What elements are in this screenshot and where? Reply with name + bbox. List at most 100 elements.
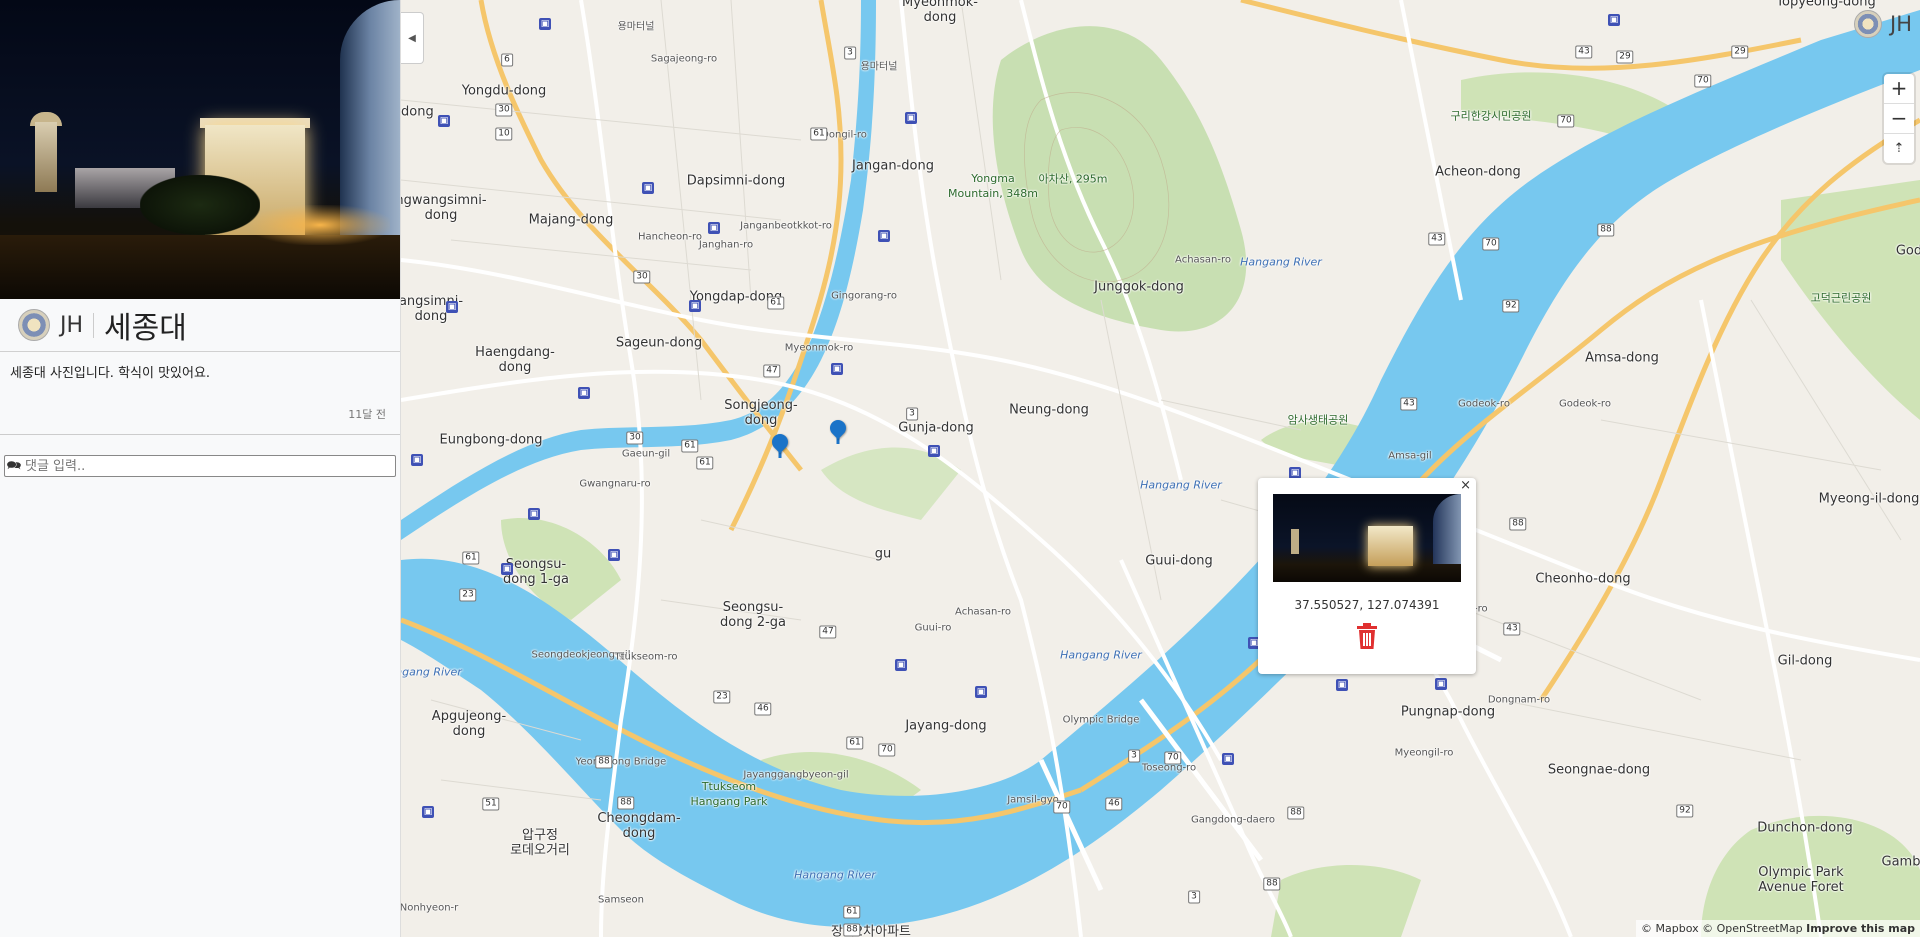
map-canvas[interactable]: Yongdu-dong -dong ngwangsimni-dong Majang-d… — [401, 0, 1920, 937]
delete-trash-icon[interactable] — [1355, 622, 1379, 650]
thumb-tower — [1291, 529, 1299, 554]
map-label: God — [1895, 243, 1920, 259]
map-label: Hangang River — [401, 665, 462, 679]
road-shield: 30 — [633, 270, 651, 284]
post-header: JH 세종대 — [0, 299, 400, 352]
metro-station-icon: ▣ — [608, 549, 620, 561]
map-label: 용마터널 — [617, 21, 655, 33]
metro-station-icon: ▣ — [446, 301, 458, 313]
popup-photo-thumbnail[interactable] — [1273, 494, 1461, 582]
road-shield: 46 — [754, 702, 772, 716]
map-label: Myeong-il-dong — [1818, 491, 1920, 507]
photo-tower — [35, 122, 57, 192]
map-label: Pungnap-dong — [1400, 704, 1496, 720]
map-label: Eungbong-dong — [439, 432, 543, 448]
map-label: Myeongil-ro — [1394, 747, 1454, 759]
map-label: Myeonmok-ro — [784, 342, 854, 354]
map-label: Cheonho-dong — [1535, 571, 1631, 587]
avatar[interactable] — [18, 309, 50, 341]
map-label: Seongnae-dong — [1547, 762, 1651, 778]
map-label: Dunchon-dong — [1757, 820, 1853, 836]
road-shield: 3 — [1128, 749, 1140, 763]
map-label: Yeongdong Bridge — [575, 756, 667, 768]
avatar — [1854, 10, 1883, 38]
map-label: Jangan-dong — [852, 158, 934, 174]
map-label: Guui-dong — [1145, 553, 1213, 569]
divider — [0, 434, 400, 435]
map-attribution: © Mapbox © OpenStreetMap Improve this ma… — [1636, 920, 1920, 937]
zoom-in-button[interactable]: + — [1884, 74, 1914, 104]
road-shield: 70 — [1694, 74, 1712, 88]
map-label: Neung-dong — [1009, 402, 1089, 418]
metro-station-icon: ▣ — [831, 363, 843, 375]
map-label: Janghan-ro — [698, 239, 754, 251]
comment-field[interactable]: 🗪 — [4, 455, 396, 477]
marker-popup: × 37.550527, 127.074391 — [1258, 478, 1476, 674]
collapse-sidebar-button[interactable]: ◀ — [401, 12, 424, 64]
map-label: Godeok-ro — [1458, 398, 1510, 410]
metro-station-icon: ▣ — [501, 563, 513, 575]
map-label: Gaeun-gil — [621, 448, 671, 460]
comment-input[interactable] — [23, 457, 395, 475]
map-label: Gingorang-ro — [831, 290, 897, 302]
metro-station-icon: ▣ — [928, 445, 940, 457]
attribution-mapbox-link[interactable]: © Mapbox — [1641, 922, 1699, 935]
map-label: Topyeong-dong — [1776, 0, 1876, 10]
map-label: Samseon — [597, 894, 645, 906]
map-label: Acheon-dong — [1435, 164, 1521, 180]
post-author[interactable]: JH — [60, 312, 95, 338]
thumb-building — [1368, 526, 1413, 566]
app-root: JH 세종대 세종대 사진입니다. 학식이 맛있어요. 11달 전 🗪 ◀ — [0, 0, 1920, 937]
road-shield: 70 — [878, 743, 896, 757]
metro-station-icon: ▣ — [642, 182, 654, 194]
road-shield: 61 — [846, 736, 864, 750]
road-shield: 3 — [906, 407, 918, 421]
map-label: Gamb — [1881, 854, 1920, 870]
caret-left-icon: ◀ — [408, 32, 416, 44]
current-user[interactable]: JH — [1854, 10, 1912, 38]
popup-coordinates: 37.550527, 127.074391 — [1294, 598, 1440, 612]
road-shield: 61 — [462, 551, 480, 565]
zoom-out-button[interactable]: − — [1884, 104, 1914, 134]
map-label: Yongma Mountain, 348m — [948, 172, 1038, 200]
road-shield: 43 — [1428, 232, 1446, 246]
map-label: 용마터널 — [860, 61, 898, 73]
road-shield: 61 — [843, 905, 861, 919]
metro-station-icon: ▣ — [895, 659, 907, 671]
road-shield: 70 — [1482, 237, 1500, 251]
improve-map-link[interactable]: Improve this map — [1806, 922, 1915, 935]
map-label: Dapsimni-dong — [686, 173, 786, 189]
metro-station-icon: ▣ — [411, 454, 423, 466]
map-label: Jayanggangbyeon-gil — [743, 769, 849, 781]
road-shield: 70 — [1053, 800, 1071, 814]
post-photo[interactable] — [0, 0, 400, 299]
metro-station-icon: ▣ — [438, 115, 450, 127]
map-label: Gunja-dong — [898, 420, 974, 436]
map-label: ngwangsimni-dong — [401, 193, 487, 223]
map-label: Godeok-ro — [1559, 398, 1611, 410]
map-label: Songjeong-dong — [724, 398, 798, 428]
map-label: Gil-dong — [1777, 653, 1833, 669]
map-label: Dongnam-ro — [1487, 694, 1551, 706]
popup-close-button[interactable]: × — [1460, 478, 1471, 493]
metro-station-icon: ▣ — [708, 222, 720, 234]
road-shield: 70 — [1164, 751, 1182, 765]
map-label: Cheongdam-dong — [597, 811, 681, 841]
road-shield: 88 — [843, 923, 861, 937]
map-label: Guui-ro — [914, 622, 952, 634]
map-label: Amsa-dong — [1585, 350, 1659, 366]
road-shield: 61 — [681, 439, 699, 453]
road-shield: 61 — [810, 127, 828, 141]
map-label: Majang-dong — [528, 212, 614, 228]
map-label: Hancheon-ro — [637, 231, 703, 243]
compass-reset-button[interactable]: ⇡ — [1884, 134, 1914, 163]
attribution-osm-link[interactable]: © OpenStreetMap — [1702, 922, 1803, 935]
post-timestamp: 11달 전 — [348, 408, 386, 421]
thumb-glass — [1433, 494, 1461, 564]
map-label: Junggok-dong — [1094, 279, 1184, 295]
map-label: Ttukseom Hangang Park — [690, 780, 768, 808]
photo-lights — [250, 205, 390, 245]
metro-station-icon: ▣ — [528, 508, 540, 520]
map-label: Nonhyeon-r — [401, 902, 459, 914]
road-shield: 47 — [763, 364, 781, 378]
